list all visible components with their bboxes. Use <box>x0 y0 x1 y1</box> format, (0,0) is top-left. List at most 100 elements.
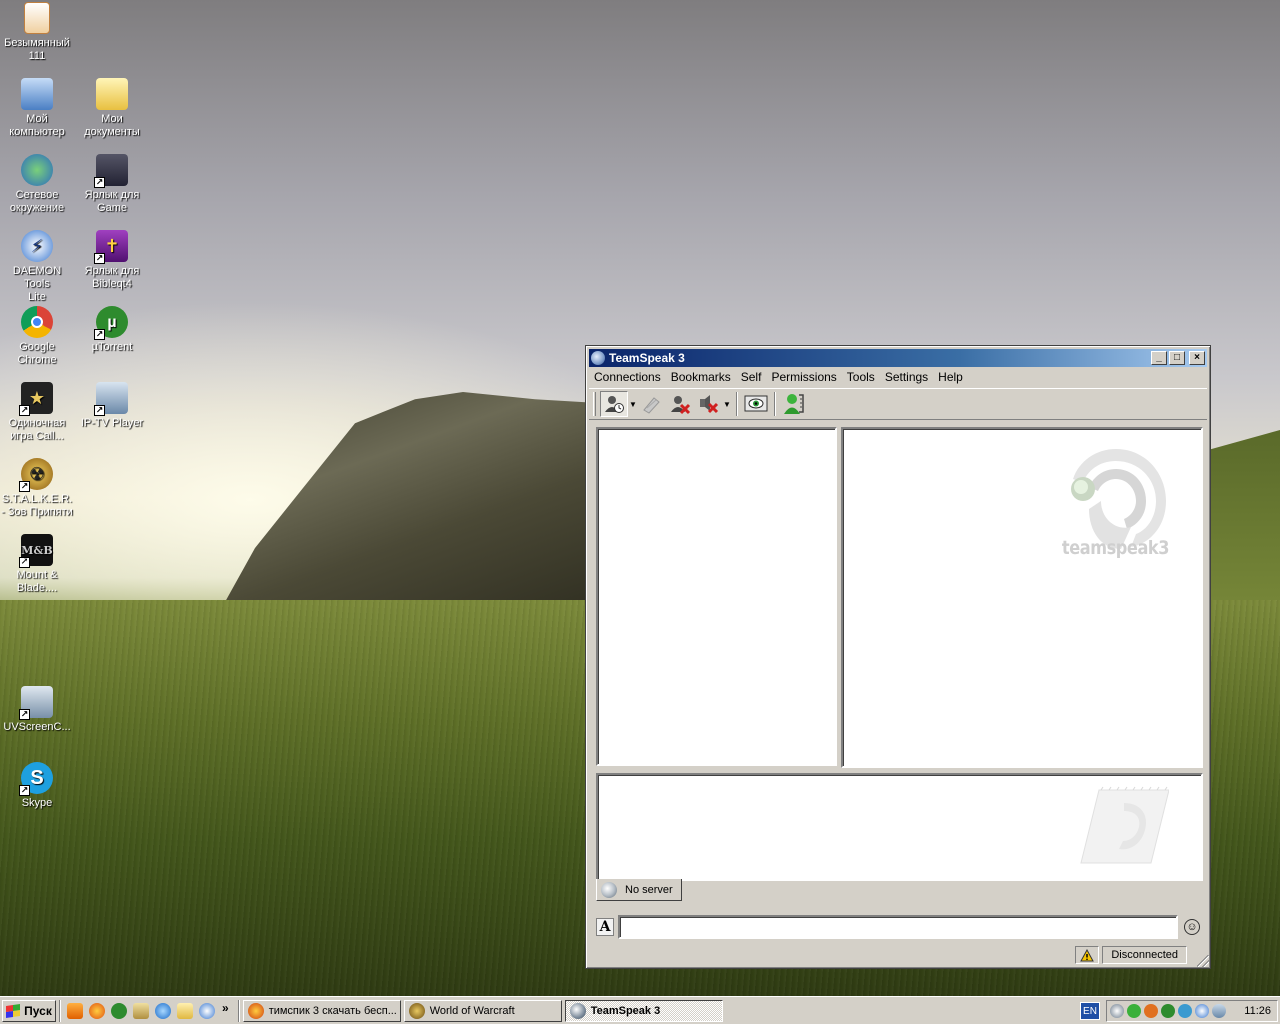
tab-no-server[interactable]: No server <box>596 879 682 901</box>
desktop-icon-skype[interactable]: S ↗ Skype <box>0 762 74 810</box>
desktop-icon-game[interactable]: ↗ Ярлык для Game <box>75 154 149 215</box>
quicklaunch-media-icon[interactable] <box>199 1002 215 1019</box>
quicklaunch-firefox-icon[interactable] <box>89 1002 105 1019</box>
toolbar-separator <box>774 392 776 416</box>
away-button[interactable] <box>666 391 694 417</box>
desktop-icon-call-of-duty[interactable]: ★ ↗ Одиночная игра Call... <box>0 382 74 443</box>
text-format-button[interactable]: A <box>596 918 614 936</box>
daemon-tools-icon: ⚡ <box>21 230 53 262</box>
clock[interactable]: 11:26 <box>1244 1005 1277 1017</box>
minimize-button[interactable]: _ <box>1151 351 1167 365</box>
window-controls: _ □ × <box>1151 351 1205 365</box>
view-button[interactable] <box>742 391 770 417</box>
game-shortcut-icon: ↗ <box>94 154 128 188</box>
connect-dropdown[interactable]: ▼ <box>628 391 638 417</box>
start-button[interactable]: Пуск <box>2 999 56 1022</box>
quicklaunch-opera-icon[interactable] <box>67 1002 83 1019</box>
title-bar[interactable]: TeamSpeak 3 _ □ × <box>589 349 1207 367</box>
network-icon <box>21 154 53 186</box>
desktop-icon-label: Безымянный 111 <box>4 37 70 62</box>
desktop-icon-label: Ярлык для Bibleqt4 <box>84 265 140 290</box>
task-teamspeak[interactable]: TeamSpeak 3 <box>564 999 723 1022</box>
call-of-duty-icon: ★ ↗ <box>19 382 53 416</box>
disconnect-button[interactable] <box>638 391 666 417</box>
disconnect-icon <box>643 397 660 414</box>
start-label: Пуск <box>24 1003 52 1018</box>
desktop-icon-label: Мой компьютер <box>9 113 65 138</box>
notepad-icon <box>1080 786 1169 864</box>
away-icon <box>671 396 691 415</box>
desktop-icon-network[interactable]: Сетевое окружение <box>0 154 74 215</box>
chat-log[interactable] <box>596 773 1203 881</box>
quick-launch <box>64 1002 218 1019</box>
identity-button[interactable] <box>780 391 808 417</box>
menu-bookmarks[interactable]: Bookmarks <box>666 370 736 384</box>
tray-skype-icon[interactable] <box>1178 1004 1192 1018</box>
chat-input[interactable] <box>618 915 1178 939</box>
desktop-icon-uvscreen[interactable]: ↗ UVScreenC... <box>0 686 74 734</box>
desktop-icon-label: Skype <box>21 797 53 809</box>
quicklaunch-notepad-icon[interactable] <box>133 1002 149 1019</box>
uvscreen-icon: ↗ <box>19 686 53 720</box>
menu-connections[interactable]: Connections <box>589 370 666 384</box>
tray-network-icon[interactable] <box>1212 1004 1226 1018</box>
channel-tree[interactable] <box>596 427 837 766</box>
close-button[interactable]: × <box>1189 351 1205 365</box>
view-icon <box>744 395 768 412</box>
language-indicator[interactable]: EN <box>1080 1002 1100 1020</box>
tray-teamspeak-icon[interactable] <box>1110 1004 1124 1018</box>
desktop-icon-my-computer[interactable]: Мой компьютер <box>0 78 74 139</box>
firefox-icon <box>247 1002 264 1019</box>
window-title: TeamSpeak 3 <box>609 351 685 365</box>
tray-utorrent-icon[interactable] <box>1161 1004 1175 1018</box>
desktop-icon-stalker[interactable]: ☢ ↗ S.T.A.L.K.E.R. - Зов Припяти <box>0 458 74 519</box>
tray-icq-icon[interactable] <box>1127 1004 1141 1018</box>
windows-logo-icon <box>6 1003 21 1018</box>
quicklaunch-utorrent-icon[interactable] <box>111 1002 127 1019</box>
quicklaunch-chevron[interactable]: » <box>218 1001 235 1021</box>
resize-grip[interactable] <box>1197 955 1209 967</box>
teamspeak-logo-text: teamspeak3 <box>1061 537 1170 559</box>
maximize-button[interactable]: □ <box>1169 351 1185 365</box>
smiley-icon[interactable]: ☺ <box>1184 919 1200 935</box>
quicklaunch-ie-icon[interactable] <box>155 1002 171 1019</box>
menu-self[interactable]: Self <box>736 370 767 384</box>
task-label: TeamSpeak 3 <box>590 1004 661 1017</box>
system-tray: 11:26 <box>1106 1000 1278 1022</box>
task-label: World of Warcraft <box>429 1004 515 1017</box>
desktop-icon-daemon-tools[interactable]: ⚡ DAEMON Tools Lite <box>0 230 74 304</box>
identity-icon <box>784 394 804 414</box>
desktop-icon-label: IP-TV Player <box>80 417 144 429</box>
mute-dropdown[interactable]: ▼ <box>722 391 732 417</box>
tray-java-icon[interactable] <box>1144 1004 1158 1018</box>
wow-icon <box>408 1002 425 1019</box>
connect-button[interactable] <box>600 391 628 417</box>
mute-button[interactable] <box>694 391 722 417</box>
desktop-icon-utorrent[interactable]: µ ↗ µTorrent <box>75 306 149 354</box>
quicklaunch-folder-icon[interactable] <box>177 1002 193 1019</box>
desktop-icon-my-documents[interactable]: Мои документы <box>75 78 149 139</box>
taskbar-separator <box>59 999 61 1022</box>
tray-daemon-icon[interactable] <box>1195 1004 1209 1018</box>
server-info-panel: teamspeak3 <box>841 427 1203 768</box>
teamspeak-icon <box>569 1002 586 1019</box>
desktop-icon-label: S.T.A.L.K.E.R. - Зов Припяти <box>1 493 73 518</box>
desktop-icon-mount-blade[interactable]: M&B ↗ Mount & Blade.... <box>0 534 74 595</box>
warning-icon[interactable] <box>1075 946 1100 964</box>
desktop-icon-label: Одиночная игра Call... <box>8 417 66 442</box>
desktop-icon-bibleqt[interactable]: ✝ ↗ Ярлык для Bibleqt4 <box>75 230 149 291</box>
toolbar-grip[interactable] <box>593 392 596 416</box>
tab-label: No server <box>625 883 673 896</box>
menu-help[interactable]: Help <box>933 370 968 384</box>
task-world-of-warcraft[interactable]: World of Warcraft <box>403 999 562 1022</box>
desktop-icon-image-file[interactable]: Безымянный 111 <box>0 2 74 63</box>
stalker-icon: ☢ ↗ <box>19 458 53 492</box>
desktop-icon-iptv[interactable]: ↗ IP-TV Player <box>75 382 149 430</box>
menu-permissions[interactable]: Permissions <box>766 370 841 384</box>
desktop-icon-chrome[interactable]: Google Chrome <box>0 306 74 367</box>
menu-settings[interactable]: Settings <box>880 370 933 384</box>
menu-tools[interactable]: Tools <box>842 370 880 384</box>
desktop-icon-label: Ярлык для Game <box>84 189 140 214</box>
task-firefox[interactable]: тимспик 3 скачать бесп... <box>242 999 401 1022</box>
iptv-icon: ↗ <box>94 382 128 416</box>
